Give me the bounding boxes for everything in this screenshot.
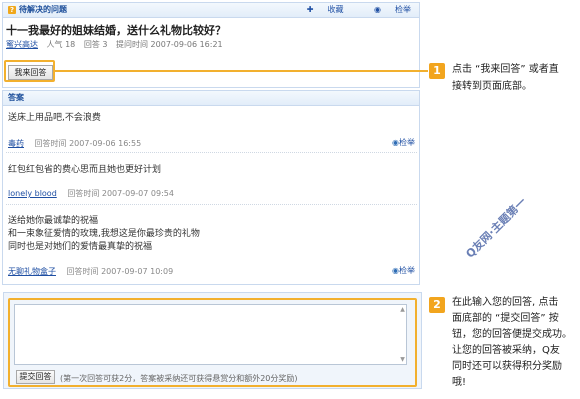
callout-2-line: 让您的回答被采纳，Q友 [452,345,560,356]
callout-2-line: 面底部的 “提交回答” 按 [452,313,559,324]
site-watermark: Q友网·主题第一 [463,195,529,261]
popularity-count: 人气 18 [46,40,76,49]
answer-time: 回答时间 2007-09-07 09:54 [67,189,174,198]
answer-report-link[interactable]: ◉检举 [392,265,415,276]
answer-count: 回答 3 [83,40,108,49]
answer-meta: lonely blood 回答时间 2007-09-07 09:54 [8,188,174,199]
callout-1-line: 点击 “我来回答” 或者直 [452,64,559,75]
question-icon: ? [8,5,16,14]
callout-2-line: 在此输入您的回答, 点击 [452,297,559,308]
callout-2-line: 钮，您的回答便提交成功。 [452,329,572,340]
eye-icon: ◉ [392,266,399,275]
answer-user-link[interactable]: 毒药 [8,139,24,148]
answer-meta: 无聊礼物盒子 回答时间 2007-09-07 10:09 [8,266,173,277]
question-title: 十一我最好的姐妹结婚，送什么礼物比较好？ [6,24,226,37]
step-2-badge: 2 [429,297,445,313]
answer-user-link[interactable]: lonely blood [8,189,57,198]
answer-report-link[interactable]: ◉检举 [392,137,415,148]
answer-button[interactable]: 我来回答 [8,65,53,80]
answer-text: 送床上用品吧,不会浪费 [8,113,101,123]
callout-2-line: 哦! [452,377,467,388]
favorite-link[interactable]: ✚ 收藏 [293,5,344,14]
ask-time: 提问时间 2007-09-06 16:21 [116,40,223,49]
answer-text-line: 同时也是对她们的爱情最真挚的祝福 [8,242,153,252]
answer-time: 回答时间 2007-09-07 10:09 [66,267,174,276]
answers-panel-header: 答案 [3,91,419,106]
answer-time: 回答时间 2007-09-06 16:55 [34,139,142,148]
answer-separator [6,152,417,153]
callout-2-line: 同时还可以获得积分奖励 [452,361,562,372]
eye-icon: ◉ [374,5,381,14]
callout-connector [55,70,428,72]
asker-link[interactable]: 蜜兴高达 [6,40,38,49]
answer-text-line: 送给她你最诚挚的祝福 [8,216,99,226]
submit-hint: (第一次回答可获2分，答案被采纳还可获得悬赏分和额外20分奖励) [60,374,298,383]
question-panel-header: ? 待解决的问题 ✚ 收藏 ◉ 检举 [3,3,419,18]
header-actions: ✚ 收藏 ◉ 检举 [279,3,411,17]
answer-separator [6,204,417,205]
answer-textarea[interactable] [14,304,407,365]
callout-1-line: 接转到页面底部。 [452,81,532,92]
question-meta: 蜜兴高达 人气 18 回答 3 提问时间 2007-09-06 16:21 [6,39,229,50]
submit-answer-button[interactable]: 提交回答 [16,370,55,384]
main-column: ? 待解决的问题 ✚ 收藏 ◉ 检举 十一我最好的姐妹结婚，送什么礼物比较好？ 蜜兴高… [0,0,423,399]
question-panel-title: 待解决的问题 [19,5,67,14]
answer-user-link[interactable]: 无聊礼物盒子 [8,267,56,276]
answers-panel-title: 答案 [8,93,24,102]
step-1-badge: 1 [429,63,445,79]
answer-meta: 毒药 回答时间 2007-09-06 16:55 [8,138,141,149]
answer-text-line: 和一束象征爱情的玫瑰,我想这是你最珍贵的礼物 [8,229,200,239]
plus-icon: ✚ [306,5,314,14]
report-link[interactable]: ◉ 检举 [360,5,411,14]
scroll-down-icon[interactable]: ▼ [399,356,406,363]
scroll-up-icon[interactable]: ▲ [399,306,406,313]
answer-text: 红包红包省的费心思而且她也更好计划 [8,165,162,175]
eye-icon: ◉ [392,138,399,147]
